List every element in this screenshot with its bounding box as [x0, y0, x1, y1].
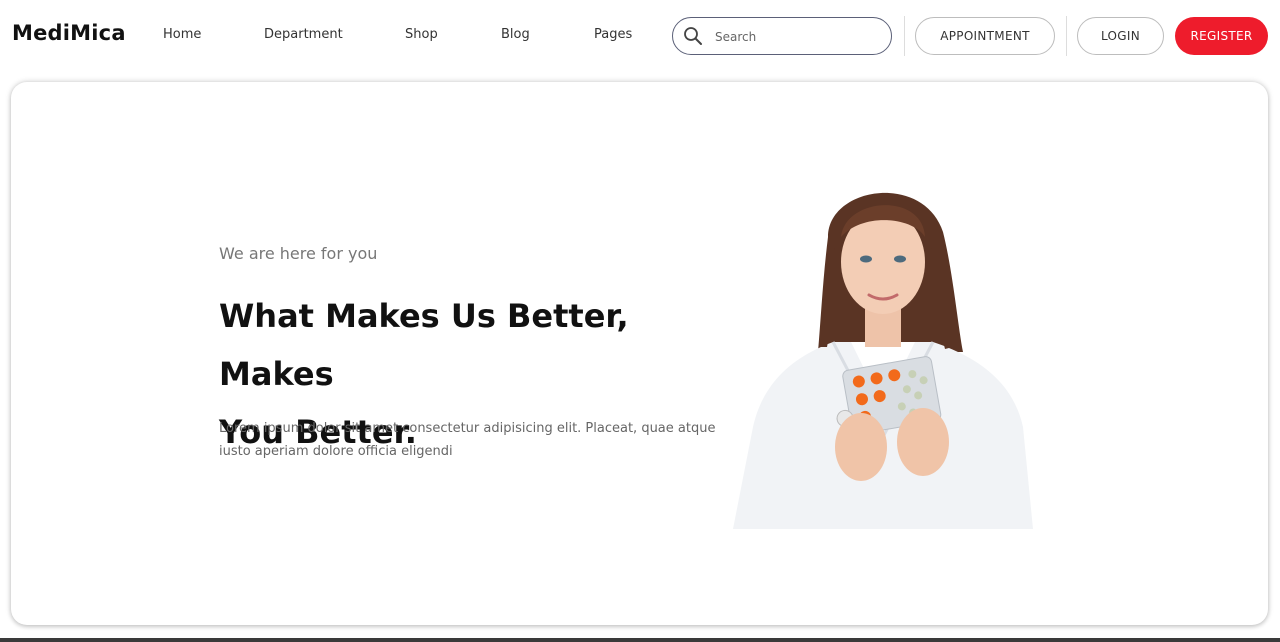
- search-box[interactable]: [672, 17, 892, 55]
- hero-eyebrow: We are here for you: [219, 244, 378, 263]
- pharmacist-holding-pills-image: [733, 192, 1033, 529]
- hero-card: We are here for you What Makes Us Better…: [11, 82, 1268, 625]
- top-navbar: MediMica Home Department Shop Blog Pages…: [0, 0, 1280, 72]
- hero-description-line-1: Lorem ipsum dolor sit amet consectetur a…: [219, 421, 716, 436]
- login-button[interactable]: LOGIN: [1077, 17, 1164, 55]
- nav-department[interactable]: Department: [264, 27, 343, 42]
- nav-home[interactable]: Home: [163, 27, 201, 42]
- search-input[interactable]: [713, 27, 882, 47]
- brand-logo[interactable]: MediMica: [12, 21, 126, 45]
- appointment-button[interactable]: APPOINTMENT: [915, 17, 1055, 55]
- search-icon: [684, 27, 702, 45]
- hero-description-line-2: iusto aperiam dolore officia eligendi: [219, 444, 453, 459]
- hero-description: Lorem ipsum dolor sit amet consectetur a…: [219, 417, 729, 463]
- register-button[interactable]: REGISTER: [1175, 17, 1268, 55]
- nav-pages[interactable]: Pages: [594, 27, 632, 42]
- nav-shop[interactable]: Shop: [405, 27, 438, 42]
- bottom-edge: [0, 638, 1280, 642]
- header-divider: [904, 16, 905, 56]
- hero-headline-line-1: What Makes Us Better, Makes: [219, 297, 629, 393]
- nav-blog[interactable]: Blog: [501, 27, 530, 42]
- header-divider: [1066, 16, 1067, 56]
